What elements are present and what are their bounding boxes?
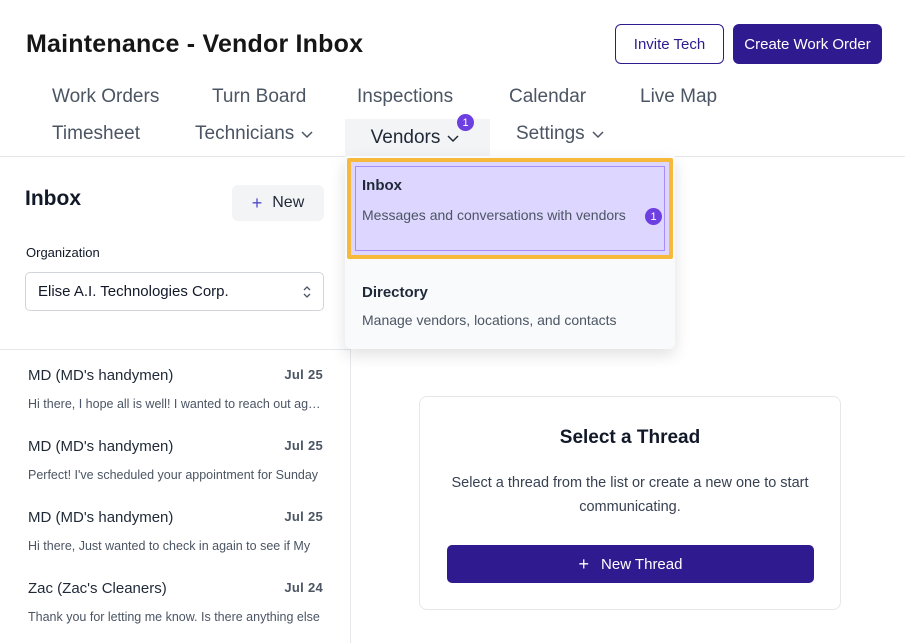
nav-calendar[interactable]: Calendar — [509, 86, 586, 108]
vendors-dropdown: Inbox Messages and conversations with ve… — [345, 156, 675, 349]
dropdown-inbox-title: Inbox — [362, 177, 402, 194]
organization-value: Elise A.I. Technologies Corp. — [38, 283, 229, 300]
thread-date: Jul 24 — [284, 580, 323, 595]
thread-preview: Perfect! I've scheduled your appointment… — [28, 468, 319, 482]
empty-state-text: Select a thread from the list or create … — [451, 475, 809, 515]
up-down-chevron-icon — [303, 286, 311, 298]
dropdown-inbox-badge: 1 — [645, 208, 662, 225]
new-button-label: New — [272, 194, 305, 211]
dropdown-item-inbox[interactable]: Inbox Messages and conversations with ve… — [347, 158, 673, 259]
nav-inspections[interactable]: Inspections — [357, 86, 453, 108]
nav-vendors-label: Vendors — [370, 126, 441, 148]
organization-label: Organization — [26, 245, 100, 260]
nav-technicians[interactable]: Technicians — [195, 123, 314, 145]
inbox-title: Inbox — [25, 187, 81, 210]
dropdown-directory-title: Directory — [362, 284, 428, 301]
new-thread-button[interactable]: + New Thread — [447, 545, 814, 583]
nav-technicians-label: Technicians — [195, 123, 295, 144]
plus-icon: + — [251, 192, 263, 213]
create-work-order-button[interactable]: Create Work Order — [733, 24, 882, 64]
thread-item[interactable]: Zac (Zac's Cleaners) Jul 24 Thank you fo… — [0, 580, 350, 643]
nav-settings[interactable]: Settings — [516, 123, 605, 145]
nav-live-map[interactable]: Live Map — [640, 86, 717, 108]
thread-date: Jul 25 — [284, 367, 323, 382]
select-thread-card: Select a Thread Select a thread from the… — [419, 396, 841, 610]
nav-timesheet[interactable]: Timesheet — [52, 123, 140, 145]
thread-preview: Hi there, Just wanted to check in again … — [28, 539, 311, 553]
new-thread-label: New Thread — [601, 555, 683, 573]
page-title: Maintenance - Vendor Inbox — [26, 30, 364, 58]
nav-work-orders[interactable]: Work Orders — [52, 86, 159, 108]
dropdown-item-directory[interactable]: Directory Manage vendors, locations, and… — [345, 268, 675, 340]
invite-tech-button[interactable]: Invite Tech — [615, 24, 724, 64]
thread-item[interactable]: MD (MD's handymen) Jul 25 Hi there, Just… — [0, 509, 350, 580]
dropdown-inbox-description: Messages and conversations with vendors — [362, 207, 626, 223]
chevron-down-icon — [447, 134, 459, 142]
thread-preview: Thank you for letting me know. Is there … — [28, 610, 320, 624]
thread-name: Zac (Zac's Cleaners) — [28, 580, 167, 597]
nav-turn-board[interactable]: Turn Board — [212, 86, 306, 108]
empty-state-title: Select a Thread — [559, 427, 701, 448]
organization-select[interactable]: Elise A.I. Technologies Corp. — [25, 272, 324, 311]
vendors-badge: 1 — [457, 114, 474, 131]
thread-preview: Hi there, I hope all is well! I wanted t… — [28, 397, 324, 411]
thread-item[interactable]: MD (MD's handymen) Jul 25 Hi there, I ho… — [0, 367, 350, 438]
chevron-down-icon — [301, 131, 313, 139]
plus-icon: + — [578, 553, 590, 574]
thread-name: MD (MD's handymen) — [28, 509, 174, 526]
thread-item[interactable]: MD (MD's handymen) Jul 25 Perfect! I've … — [0, 438, 350, 509]
dropdown-directory-description: Manage vendors, locations, and contacts — [362, 312, 617, 328]
thread-list-divider — [0, 349, 350, 350]
thread-date: Jul 25 — [284, 509, 323, 524]
thread-name: MD (MD's handymen) — [28, 438, 174, 455]
nav-settings-label: Settings — [516, 123, 585, 144]
thread-date: Jul 25 — [284, 438, 323, 453]
thread-name: MD (MD's handymen) — [28, 367, 174, 384]
chevron-down-icon — [592, 131, 604, 139]
new-button[interactable]: + New — [232, 185, 324, 221]
